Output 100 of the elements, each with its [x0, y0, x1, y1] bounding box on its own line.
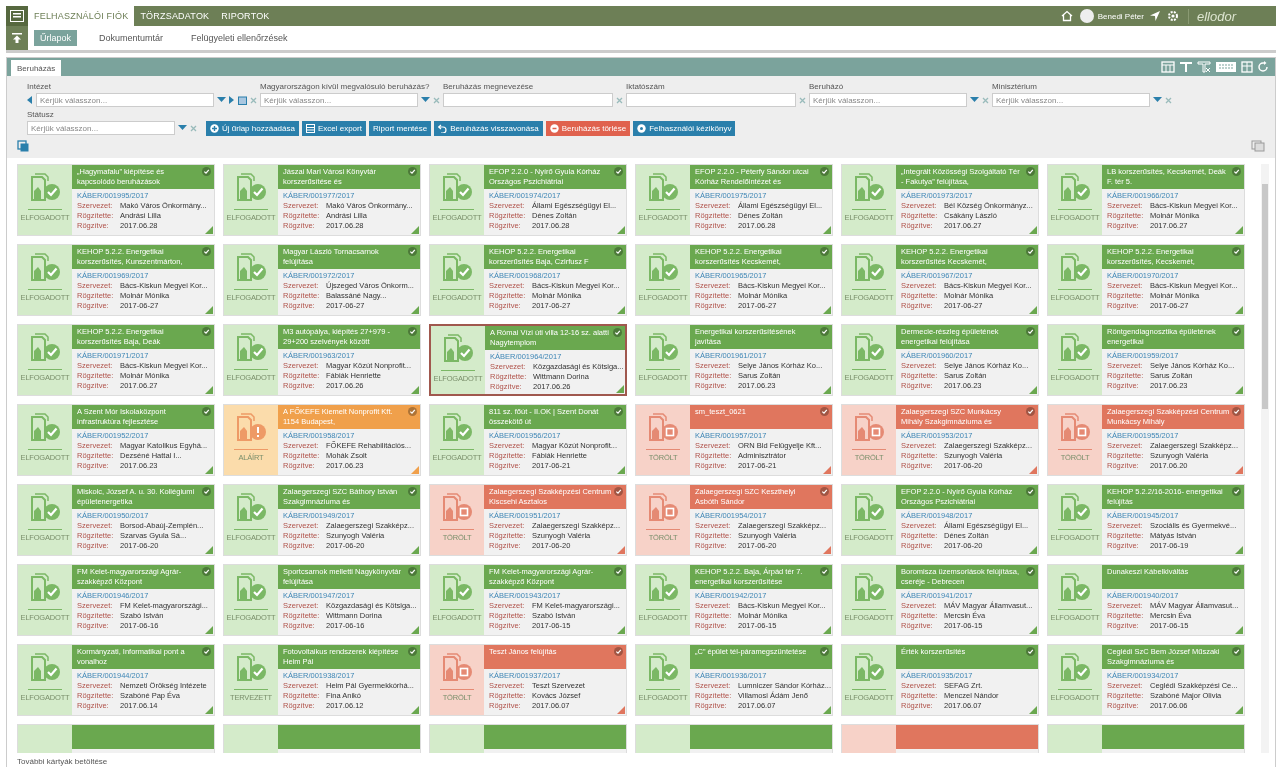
- action-button[interactable]: Excel export: [301, 121, 366, 136]
- select-field[interactable]: Kérjük válasszon...: [809, 93, 967, 107]
- check-circle-icon[interactable]: [1232, 567, 1241, 576]
- select-field[interactable]: Kérjük válasszon...: [992, 93, 1150, 107]
- nav-tab[interactable]: Dokumentumtár: [93, 30, 170, 46]
- check-circle-icon[interactable]: [820, 647, 829, 656]
- check-circle-icon[interactable]: [1232, 167, 1241, 176]
- dropdown-icon[interactable]: [970, 97, 979, 103]
- check-circle-icon[interactable]: [820, 327, 829, 336]
- check-circle-icon[interactable]: [1026, 247, 1035, 256]
- top-tab[interactable]: RIPORTOK: [215, 6, 276, 26]
- check-circle-icon[interactable]: [1026, 327, 1035, 336]
- dropdown-icon[interactable]: [217, 97, 226, 103]
- check-circle-icon[interactable]: [408, 407, 417, 416]
- text-field[interactable]: [443, 93, 613, 107]
- corner-mark-icon: [823, 706, 831, 714]
- check-circle-icon[interactable]: [1232, 487, 1241, 496]
- check-circle-icon[interactable]: [1026, 407, 1035, 416]
- check-circle-icon[interactable]: [202, 407, 211, 416]
- scrollbar[interactable]: [1261, 164, 1269, 753]
- nav-tab[interactable]: Felügyeleti ellenőrzések: [185, 30, 294, 46]
- settings-icon[interactable]: [1166, 10, 1179, 22]
- corner-mark-icon: [1029, 306, 1037, 314]
- check-circle-icon[interactable]: [614, 247, 623, 256]
- filter-icon[interactable]: [1179, 61, 1193, 73]
- check-circle-icon[interactable]: [614, 167, 623, 176]
- check-circle-icon[interactable]: [820, 247, 829, 256]
- corner-mark-icon: [1029, 466, 1037, 474]
- check-circle-icon[interactable]: [1232, 247, 1241, 256]
- dropdown-icon[interactable]: [1153, 97, 1162, 103]
- check-circle-icon[interactable]: [614, 567, 623, 576]
- check-circle-icon[interactable]: [202, 647, 211, 656]
- corner-mark-icon: [823, 306, 831, 314]
- corner-mark-icon: [1029, 386, 1037, 394]
- select-field[interactable]: Kérjük válasszon...: [27, 121, 175, 135]
- menu-button[interactable]: [6, 6, 28, 26]
- check-circle-icon[interactable]: [408, 247, 417, 256]
- check-circle-icon[interactable]: [1026, 567, 1035, 576]
- calendar-icon[interactable]: [238, 95, 247, 105]
- check-circle-icon[interactable]: [820, 567, 829, 576]
- check-circle-icon[interactable]: [613, 328, 622, 337]
- corner-mark-icon: [1235, 706, 1243, 714]
- check-circle-icon[interactable]: [202, 327, 211, 336]
- check-circle-icon[interactable]: [408, 327, 417, 336]
- logo: ellodor: [1187, 8, 1276, 24]
- check-circle-icon[interactable]: [1232, 647, 1241, 656]
- table-icon[interactable]: [1161, 61, 1175, 73]
- corner-mark-icon: [823, 626, 831, 634]
- check-circle-icon[interactable]: [202, 247, 211, 256]
- text-field[interactable]: [626, 93, 796, 107]
- panel-tab[interactable]: Beruházás: [11, 60, 62, 76]
- corner-mark-icon: [823, 546, 831, 554]
- check-circle-icon[interactable]: [820, 167, 829, 176]
- top-tab[interactable]: TÖRZSADATOK: [134, 6, 216, 26]
- collapse-button[interactable]: [6, 26, 28, 50]
- previous-icon[interactable]: [27, 96, 33, 104]
- dropdown-icon[interactable]: [178, 125, 187, 131]
- check-circle-icon[interactable]: [408, 567, 417, 576]
- table-icon: [305, 124, 315, 133]
- dropdown-icon[interactable]: [421, 97, 430, 103]
- next-icon[interactable]: [229, 96, 235, 104]
- nav-tab[interactable]: Űrlapok: [34, 30, 77, 46]
- corner-mark-icon: [617, 706, 625, 714]
- check-circle-icon[interactable]: [1232, 327, 1241, 336]
- check-circle-icon[interactable]: [614, 407, 623, 416]
- check-circle-icon[interactable]: [820, 407, 829, 416]
- check-circle-icon[interactable]: [202, 567, 211, 576]
- filter-clear-icon[interactable]: [1197, 61, 1211, 73]
- keyboard-icon[interactable]: [1215, 61, 1237, 73]
- check-circle-icon[interactable]: [1026, 487, 1035, 496]
- check-circle-icon[interactable]: [614, 647, 623, 656]
- action-button[interactable]: Beruházás törlése: [545, 121, 631, 136]
- select-field[interactable]: Kérjük válasszon...: [260, 93, 418, 107]
- navigation-arrow-icon[interactable]: [1148, 10, 1161, 22]
- check-circle-icon[interactable]: [1232, 407, 1241, 416]
- user-name[interactable]: Benedi Péter: [1097, 11, 1144, 21]
- action-button[interactable]: Riport mentése: [368, 121, 432, 136]
- check-circle-icon[interactable]: [202, 487, 211, 496]
- action-button[interactable]: Felhasználói kézikönyv: [633, 121, 736, 136]
- top-tab[interactable]: FELHASZNÁLÓI FIÓK: [28, 6, 135, 26]
- home-icon[interactable]: [1060, 10, 1073, 22]
- action-button[interactable]: Új űrlap hozzáadása: [206, 121, 299, 136]
- check-circle-icon[interactable]: [202, 167, 211, 176]
- action-button[interactable]: Beruházás visszavonása: [434, 121, 543, 136]
- avatar[interactable]: [1079, 9, 1094, 23]
- columns-icon[interactable]: [1241, 61, 1253, 73]
- load-more-link[interactable]: További kártyák betöltése: [7, 753, 1275, 767]
- check-circle-icon[interactable]: [1026, 647, 1035, 656]
- check-circle-icon[interactable]: [820, 487, 829, 496]
- field-label: Minisztérium: [992, 82, 1038, 92]
- corner-mark-icon: [411, 306, 419, 314]
- check-circle-icon[interactable]: [614, 487, 623, 496]
- corner-mark-icon: [205, 706, 213, 714]
- check-circle-icon[interactable]: [408, 487, 417, 496]
- check-circle-icon[interactable]: [408, 647, 417, 656]
- copy-icon[interactable]: [17, 140, 29, 152]
- select-field[interactable]: Kérjük válasszon...: [36, 93, 214, 107]
- check-circle-icon[interactable]: [408, 167, 417, 176]
- check-circle-icon[interactable]: [1026, 167, 1035, 176]
- refresh-icon[interactable]: [1257, 61, 1269, 73]
